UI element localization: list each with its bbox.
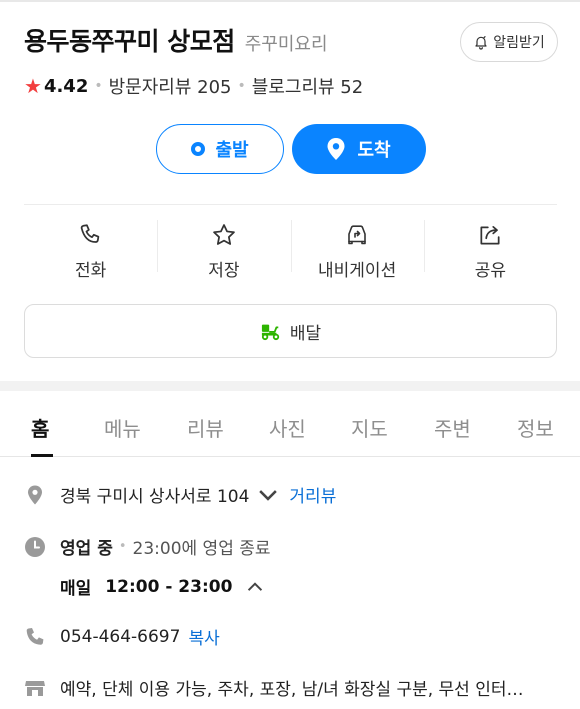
clock-icon [25,536,45,557]
tab-bar: 홈 메뉴 리뷰 사진 지도 주변 정보 [0,391,580,457]
place-category[interactable]: 주꾸미요리 [245,30,328,56]
phone-row: 054-464-6697 복사 [24,624,220,649]
tab-photos[interactable]: 사진 [269,413,306,442]
top-divider [0,0,580,2]
call-label: 전화 [74,261,107,281]
chevron-up-icon [248,581,263,591]
tab-info[interactable]: 정보 [517,413,554,442]
street-view-link[interactable]: 거리뷰 [289,482,336,507]
tab-nearby[interactable]: 주변 [434,413,471,442]
rating-score: 4.42 [43,75,89,97]
delivery-button[interactable]: 배달 [24,304,557,358]
visitor-reviews-link[interactable]: 방문자리뷰 205 [109,73,232,99]
share-action[interactable]: 공유 [423,206,557,286]
store-icon [25,680,45,696]
chevron-down-icon[interactable] [257,484,279,506]
separator-dot: • [94,78,103,94]
save-action[interactable]: 저장 [157,206,290,286]
copy-phone-button[interactable]: 복사 [188,624,219,649]
star-outline-icon [213,224,235,245]
closing-time: 23:00에 영업 종료 [132,539,271,559]
depart-label: 출발 [215,140,249,161]
save-label: 저장 [208,261,240,281]
arrive-label: 도착 [357,140,391,161]
hours-range: 12:00 - 23:00 [105,576,233,597]
blog-reviews-link[interactable]: 블로그리뷰 52 [252,73,363,99]
arrive-button[interactable]: 도착 [292,124,426,174]
bell-icon [475,36,487,50]
section-gap [0,381,580,391]
origin-dot-icon [191,142,206,156]
depart-button[interactable]: 출발 [156,124,284,174]
tab-home[interactable]: 홈 [31,413,49,442]
address-row: 경북 구미시 상사서로 104 거리뷰 [24,482,336,507]
separator-dot: • [118,539,127,554]
phone-icon [80,224,99,243]
hours-toggle[interactable]: 매일 12:00 - 23:00 [60,574,264,599]
delivery-label: 배달 [289,323,322,344]
navigation-label: 내비게이션 [318,261,397,281]
amenities-row[interactable]: 예약, 단체 이용 가능, 주차, 포장, 남/녀 화장실 구분, 무선 인터… [24,675,524,700]
navigation-action[interactable]: 내비게이션 [290,206,424,286]
location-pin-icon [327,138,345,160]
tab-menu[interactable]: 메뉴 [104,413,141,442]
phone-icon [26,627,44,645]
rating-star-icon: ★ [24,74,42,98]
place-name: 용두동쭈꾸미 상모점 [24,27,235,56]
business-status-row: 영업 중 • 23:00에 영업 종료 [24,534,271,559]
car-navigation-icon [348,225,366,245]
call-action[interactable]: 전화 [24,206,157,286]
location-pin-icon [28,485,42,504]
delivery-scooter-icon [261,324,280,341]
open-status: 영업 중 [60,539,113,559]
alarm-label: 알림받기 [493,35,545,51]
place-header: 용두동쭈꾸미 상모점 주꾸미요리 [24,22,328,58]
amenities-text: 예약, 단체 이용 가능, 주차, 포장, 남/녀 화장실 구분, 무선 인터… [60,680,524,700]
tab-map[interactable]: 지도 [351,413,388,442]
phone-number[interactable]: 054-464-6697 [60,627,180,647]
share-icon [480,226,500,245]
action-bar: 전화 저장 내비게이션 공유 [24,206,557,286]
alarm-button[interactable]: 알림받기 [460,22,558,62]
divider [24,204,557,205]
share-label: 공유 [474,261,507,281]
tab-reviews[interactable]: 리뷰 [187,413,224,442]
rating-row: ★ 4.42 • 방문자리뷰 205 • 블로그리뷰 52 [24,73,363,99]
separator-dot: • [237,78,246,94]
hours-days: 매일 [60,579,92,599]
address-text: 경북 구미시 상사서로 104 [60,487,250,507]
active-tab-indicator [31,454,53,457]
